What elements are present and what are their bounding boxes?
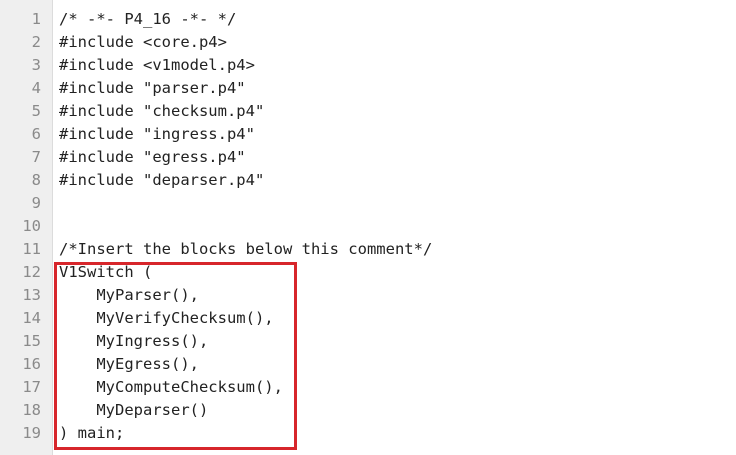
- line-number: 5: [31, 102, 41, 120]
- line-number: 3: [31, 56, 41, 74]
- code-line[interactable]: #include "ingress.p4": [59, 123, 255, 146]
- code-line[interactable]: V1Switch (: [59, 261, 152, 284]
- line-number: 6: [31, 125, 41, 143]
- code-line[interactable]: MyIngress(),: [59, 330, 208, 353]
- line-number: 15: [22, 332, 41, 350]
- line-number: 12: [22, 263, 41, 281]
- line-number: 19: [22, 424, 41, 442]
- code-line[interactable]: #include "checksum.p4": [59, 100, 264, 123]
- line-number: 11: [22, 240, 41, 258]
- code-line[interactable]: #include "deparser.p4": [59, 169, 264, 192]
- code-line[interactable]: MyDeparser(): [59, 399, 208, 422]
- line-number-gutter: 1 2 3 4 5 6 7 8 9 10 11 12 13 14 15 16 17 18 19: [0, 0, 53, 455]
- line-number: 14: [22, 309, 41, 327]
- line-number: 10: [22, 217, 41, 235]
- line-number: 16: [22, 355, 41, 373]
- code-line[interactable]: #include <v1model.p4>: [59, 54, 255, 77]
- code-line[interactable]: #include <core.p4>: [59, 31, 227, 54]
- line-number: 2: [31, 33, 41, 51]
- code-line[interactable]: ) main;: [59, 422, 124, 445]
- code-line[interactable]: /*Insert the blocks below this comment*/: [59, 238, 432, 261]
- code-line[interactable]: /* -*- P4_16 -*- */: [59, 8, 236, 31]
- code-line[interactable]: MyComputeChecksum(),: [59, 376, 283, 399]
- line-number: 4: [31, 79, 41, 97]
- code-editor[interactable]: 1 2 3 4 5 6 7 8 9 10 11 12 13 14 15 16 17 18 19 /* -*- P4_…: [0, 0, 736, 455]
- line-number: 7: [31, 148, 41, 166]
- line-number: 18: [22, 401, 41, 419]
- line-number: 1: [31, 10, 41, 28]
- line-number: 9: [31, 194, 41, 212]
- line-number: 8: [31, 171, 41, 189]
- code-line[interactable]: #include "egress.p4": [59, 146, 246, 169]
- code-line[interactable]: MyParser(),: [59, 284, 199, 307]
- line-number: 13: [22, 286, 41, 304]
- code-line[interactable]: MyVerifyChecksum(),: [59, 307, 273, 330]
- line-number: 17: [22, 378, 41, 396]
- code-line[interactable]: #include "parser.p4": [59, 77, 246, 100]
- code-line[interactable]: MyEgress(),: [59, 353, 199, 376]
